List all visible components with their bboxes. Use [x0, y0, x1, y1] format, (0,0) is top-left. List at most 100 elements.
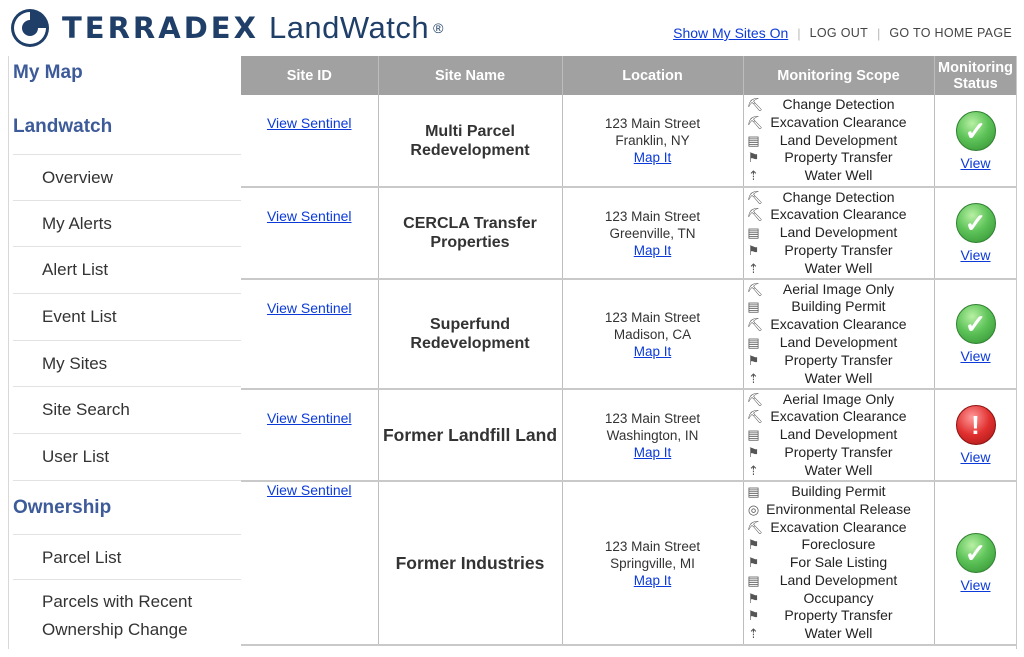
location-cell: 123 Main Street Madison, CA Map It — [562, 279, 744, 390]
scope-item: ⛏ Change Detection — [744, 189, 934, 207]
sidebar-item-alert-list[interactable]: Alert List — [13, 247, 241, 295]
map-it-link[interactable]: Map It — [634, 243, 672, 258]
location-city: Franklin, NY — [615, 133, 690, 148]
table-header-row: Site ID Site Name Location Monitoring Sc… — [241, 56, 1016, 95]
excavator-icon: ⛏ — [746, 391, 764, 407]
site-id-cell: View Sentinel — [241, 187, 379, 280]
map-it-link[interactable]: Map It — [634, 344, 672, 359]
excavator-icon: ⛏ — [746, 207, 764, 223]
scope-list: ⛏ Aerial Image Only ▤ Building Permit ⛏ Excav… — [744, 281, 934, 388]
scope-label: Property Transfer — [784, 351, 893, 368]
scope-item: ⛏ Aerial Image Only — [744, 391, 934, 409]
column-header-monitoring-status[interactable]: Monitoring Status — [934, 56, 1016, 95]
scope-label: Land Development — [779, 131, 898, 148]
sidebar-item-event-list[interactable]: Event List — [13, 294, 241, 341]
location-address: 123 Main Street — [604, 410, 701, 426]
map-it-link[interactable]: Map It — [634, 573, 672, 588]
monitoring-status-cell: ! View — [934, 389, 1017, 482]
status-view-link[interactable]: View — [935, 449, 1017, 465]
scope-item: ▤ Land Development — [744, 572, 934, 590]
top-links: Show My Sites On | LOG OUT | GO TO HOME … — [673, 25, 1012, 41]
excavator-icon: ⛏ — [746, 281, 764, 297]
scope-list: ▤ Building Permit ◎ Environmental Release ⛏ E… — [744, 483, 934, 643]
location-address: 123 Main Street — [604, 538, 701, 554]
status-view-link[interactable]: View — [935, 348, 1017, 364]
view-sentinel-link[interactable]: View Sentinel — [267, 410, 352, 426]
view-sentinel-link[interactable]: View Sentinel — [267, 482, 352, 498]
scope-item: ⛏ Change Detection — [744, 96, 934, 114]
column-header-site-id[interactable]: Site ID — [241, 56, 379, 95]
scope-item: ⇡ Water Well — [744, 625, 934, 643]
scope-item: ⇡ Water Well — [744, 260, 934, 278]
location-address: 123 Main Street — [604, 116, 701, 131]
excavator-icon: ⛏ — [746, 317, 764, 333]
scope-label: Land Development — [779, 571, 898, 588]
column-header-monitoring-scope[interactable]: Monitoring Scope — [743, 56, 935, 95]
view-sentinel-link[interactable]: View Sentinel — [267, 300, 352, 316]
status-view-link[interactable]: View — [935, 577, 1017, 593]
flag-icon: ⚑ — [747, 352, 760, 368]
sidebar-heading-ownership[interactable]: Ownership — [9, 497, 111, 519]
monitoring-status-cell: ✓ View — [934, 95, 1017, 188]
scope-label: Land Development — [779, 334, 898, 350]
scope-label: Aerial Image Only — [782, 280, 895, 297]
table-row: View Sentinel Former Industries 123 Main… — [241, 481, 1017, 646]
status-alert-icon: ! — [955, 405, 996, 445]
scope-label: Building Permit — [791, 482, 886, 499]
site-id-cell: View Sentinel — [241, 481, 379, 646]
sidebar-item-recent-ownership-change[interactable]: Parcels with Recent Ownership Change — [13, 580, 241, 648]
target-icon: ◎ — [747, 501, 760, 517]
view-sentinel-link[interactable]: View Sentinel — [267, 115, 352, 131]
status-view-link[interactable]: View — [935, 155, 1017, 171]
scope-list: ⛏ Aerial Image Only ⛏ Excavation Clearance ▤… — [744, 391, 934, 480]
column-header-location[interactable]: Location — [562, 56, 744, 95]
document-icon: ▤ — [747, 483, 760, 499]
view-sentinel-link[interactable]: View Sentinel — [267, 208, 352, 224]
show-my-sites-link[interactable]: Show My Sites On — [673, 25, 788, 41]
sidebar-item-parcel-list[interactable]: Parcel List — [13, 534, 241, 580]
column-header-site-name[interactable]: Site Name — [378, 56, 563, 95]
status-view-link[interactable]: View — [935, 247, 1017, 263]
monitoring-scope-cell: ⛏ Aerial Image Only ⛏ Excavation Clearance ▤… — [743, 389, 935, 482]
scope-label: Water Well — [804, 167, 873, 184]
flag-icon: ⚑ — [747, 555, 760, 571]
logout-link[interactable]: LOG OUT — [810, 26, 868, 40]
location-cell: 123 Main Street Washington, IN Map It — [562, 389, 744, 482]
scope-list: ⛏ Change Detection ⛏ Excavation Clearance ▤ L… — [744, 96, 934, 185]
scope-item: ⛏ Excavation Clearance — [744, 114, 934, 132]
scope-label: Excavation Clearance — [770, 408, 907, 425]
sidebar-item-overview[interactable]: Overview — [13, 154, 241, 201]
monitoring-scope-cell: ⛏ Change Detection ⛏ Excavation Clearance ▤ L… — [743, 95, 935, 188]
sidebar-heading-landwatch[interactable]: Landwatch — [9, 116, 112, 138]
sidebar-item-my-alerts[interactable]: My Alerts — [13, 201, 241, 248]
sidebar-item-user-list[interactable]: User List — [13, 434, 241, 481]
scope-item: ⚑ Property Transfer — [744, 242, 934, 260]
site-id-cell: View Sentinel — [241, 279, 379, 390]
document-icon: ▤ — [747, 132, 760, 148]
sidebar-item-site-search[interactable]: Site Search — [13, 387, 241, 435]
map-it-link[interactable]: Map It — [634, 150, 672, 165]
scope-label: Excavation Clearance — [770, 518, 907, 535]
product-name: LandWatch — [268, 10, 430, 45]
well-icon: ⇡ — [748, 168, 759, 184]
location-city: Washington, IN — [606, 427, 699, 443]
excavator-icon: ⛏ — [746, 114, 764, 130]
well-icon: ⇡ — [748, 260, 759, 276]
site-id-cell: View Sentinel — [241, 389, 379, 482]
monitoring-scope-cell: ⛏ Aerial Image Only ▤ Building Permit ⛏ Excav… — [743, 279, 935, 390]
sidebar-item-my-map[interactable]: My Map — [9, 62, 83, 84]
table-row: View Sentinel Former Landfill Land 123 M… — [241, 389, 1017, 482]
document-icon: ▤ — [747, 572, 760, 588]
map-it-link[interactable]: Map It — [634, 445, 672, 460]
document-icon: ▤ — [747, 335, 760, 350]
terradex-logo[interactable]: TERRADEX LandWatch ® — [10, 8, 443, 48]
scope-label: Excavation Clearance — [770, 206, 907, 223]
scope-item: ⇡ Water Well — [744, 370, 934, 388]
excavator-icon: ⛏ — [746, 189, 764, 205]
home-page-link[interactable]: GO TO HOME PAGE — [889, 26, 1012, 40]
scope-item: ⛏ Aerial Image Only — [744, 281, 934, 299]
scope-item: ⛏ Excavation Clearance — [744, 519, 934, 537]
location-cell: 123 Main Street Franklin, NY Map It — [562, 95, 744, 188]
sidebar-item-my-sites[interactable]: My Sites — [13, 341, 241, 388]
scope-item: ⛏ Excavation Clearance — [744, 316, 934, 334]
